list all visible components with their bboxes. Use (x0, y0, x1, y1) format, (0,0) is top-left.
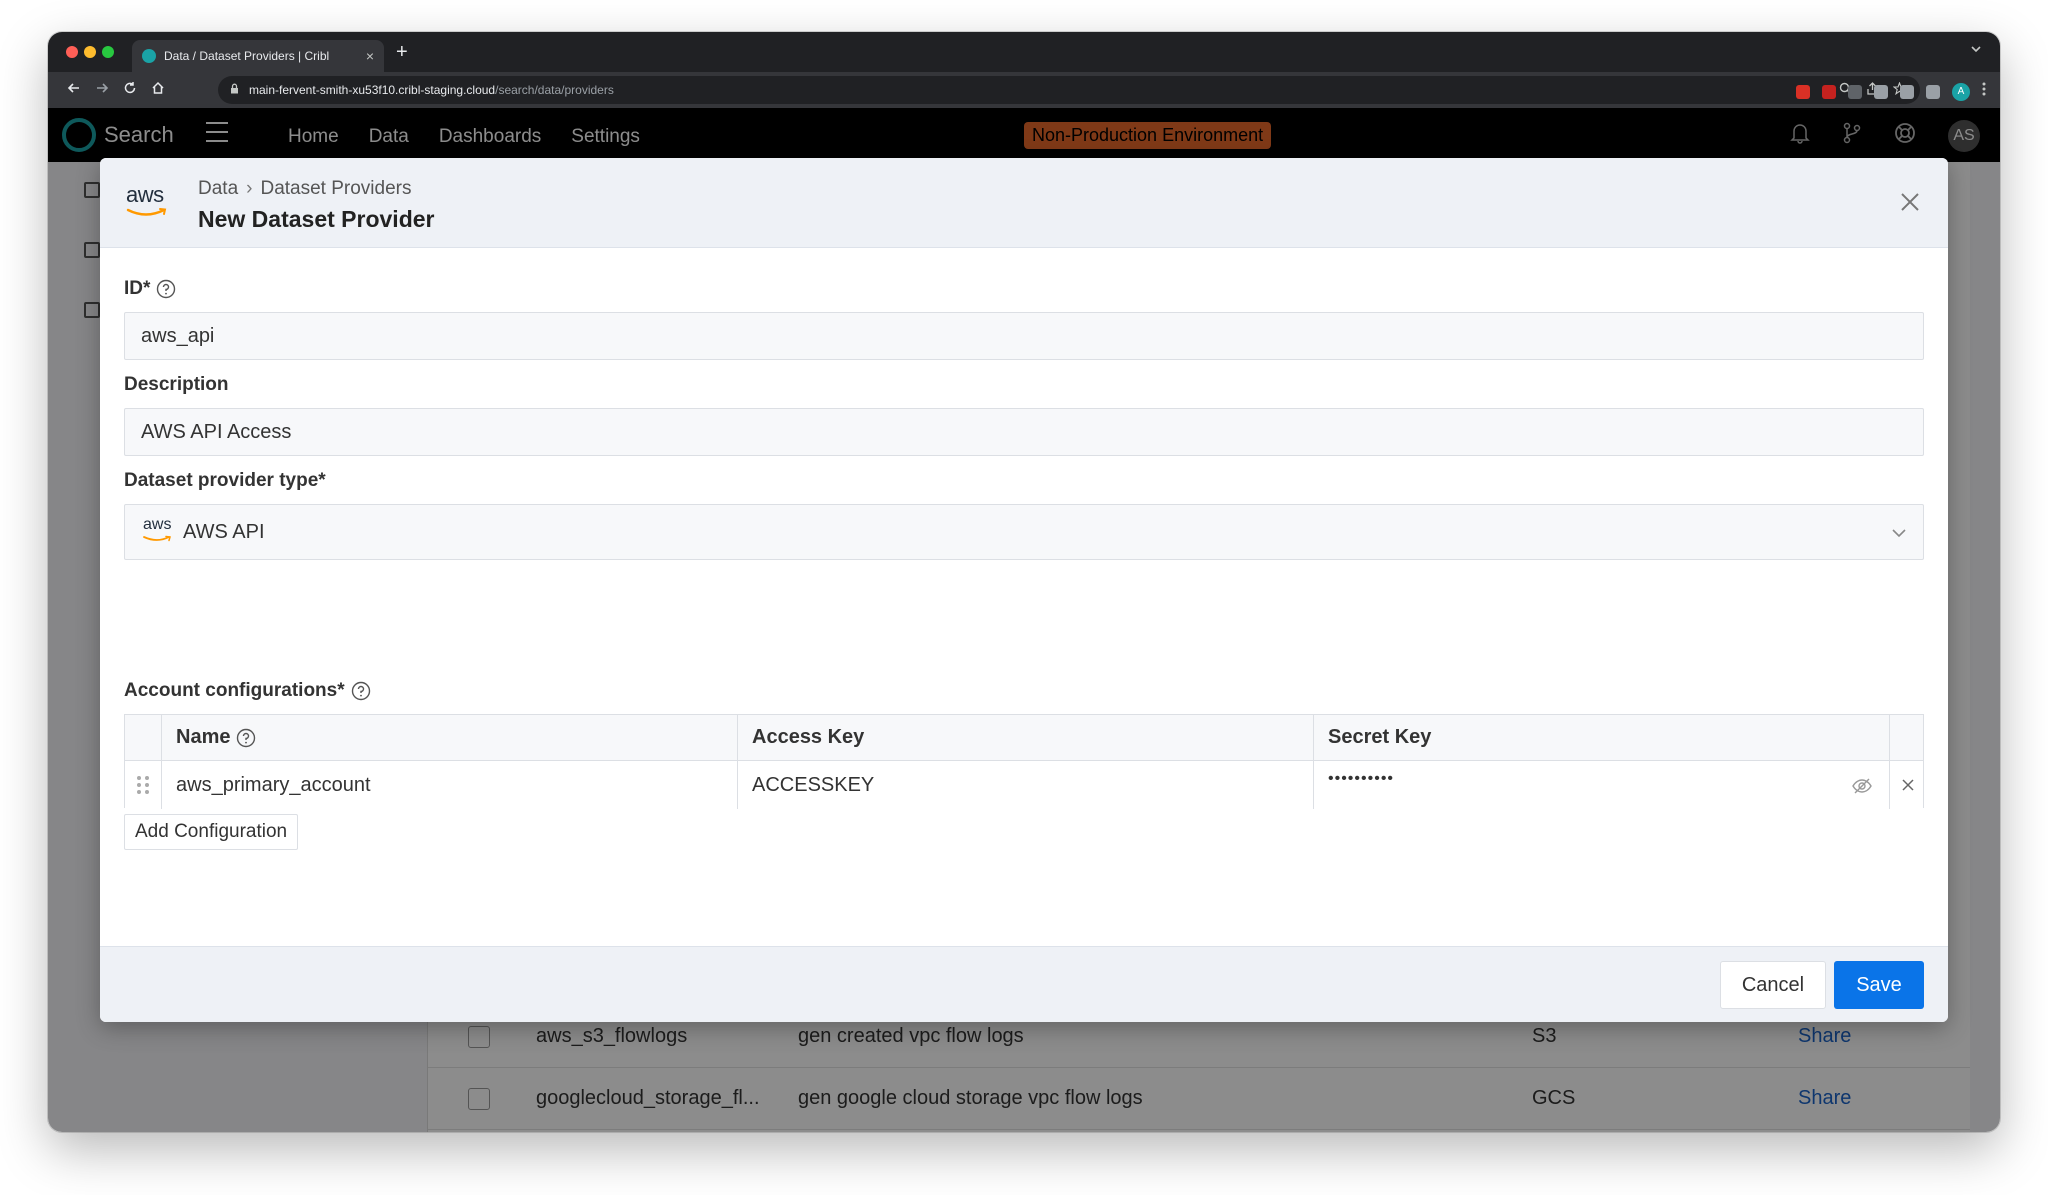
browser-profile-avatar[interactable]: A (1952, 82, 1970, 101)
browser-menu-icon[interactable] (1982, 82, 1986, 101)
aws-smile-icon (143, 535, 171, 542)
modal-body: ID* aws_api Description AWS API Access D… (124, 248, 1924, 902)
extension-icons: A (1796, 82, 1986, 101)
table-header: Name Access Key Secret Key (125, 715, 1923, 761)
access-key-input[interactable]: ACCESSKEY (737, 761, 1313, 809)
browser-tab-active[interactable]: Data / Dataset Providers | Cribl × (132, 40, 384, 72)
cribl-favicon-icon (142, 49, 156, 63)
breadcrumb-separator: › (246, 178, 253, 199)
close-icon (1901, 779, 1914, 791)
browser-tabstrip: Data / Dataset Providers | Cribl × + (48, 32, 2000, 72)
url-host: main-fervent-smith-xu53f10.cribl-staging… (249, 83, 496, 97)
table-row: aws_primary_account ACCESSKEY •••••••••• (125, 761, 1923, 809)
add-configuration-button[interactable]: Add Configuration (124, 814, 299, 850)
account-configurations-table: Name Access Key Secret Key aws_primary_a… (124, 714, 1924, 809)
tab-close-icon[interactable]: × (366, 48, 374, 64)
account-name-input[interactable]: aws_primary_account (161, 761, 737, 809)
id-label: ID* (124, 278, 176, 300)
save-button[interactable]: Save (1834, 961, 1924, 1009)
provider-type-select[interactable]: aws AWS API (124, 504, 1924, 560)
close-icon[interactable] (1896, 188, 1924, 216)
home-icon[interactable] (144, 81, 172, 100)
delete-row-button[interactable] (1889, 761, 1925, 809)
extension-badge-icon[interactable] (1822, 84, 1836, 99)
tab-search-chevron-icon[interactable] (1970, 42, 1982, 58)
new-tab-button[interactable]: + (396, 40, 408, 64)
aws-logo-small: aws (143, 517, 173, 546)
account-configurations-label: Account configurations* (124, 680, 371, 702)
close-window-button[interactable] (66, 46, 78, 58)
provider-type-label: Dataset provider type* (124, 470, 326, 491)
chevron-down-icon[interactable] (1889, 523, 1909, 543)
lock-icon (230, 83, 239, 97)
help-circle-icon[interactable] (156, 279, 176, 299)
maximize-window-button[interactable] (102, 46, 114, 58)
minimize-window-button[interactable] (84, 46, 96, 58)
modal-footer: Cancel Save (100, 946, 1948, 1022)
column-header-name: Name (161, 715, 737, 760)
modal-title: New Dataset Provider (198, 206, 435, 232)
column-header-access-key: Access Key (737, 715, 1313, 760)
back-arrow-icon[interactable] (60, 81, 88, 100)
cancel-button[interactable]: Cancel (1720, 961, 1826, 1009)
help-circle-icon[interactable] (236, 728, 256, 748)
help-circle-icon[interactable] (351, 681, 371, 701)
browser-window: Data / Dataset Providers | Cribl × + mai… (48, 32, 2000, 1132)
address-bar[interactable]: main-fervent-smith-xu53f10.cribl-staging… (218, 76, 1920, 104)
downloads-icon[interactable] (1900, 84, 1914, 99)
drag-handle-icon[interactable] (125, 761, 161, 809)
side-panel-icon[interactable] (1926, 84, 1940, 99)
aws-smile-icon (126, 208, 167, 216)
secret-key-value: •••••••••• (1328, 770, 1395, 787)
extension-red-icon[interactable] (1796, 84, 1810, 99)
column-header-secret-key: Secret Key (1313, 715, 1889, 760)
header-delete-cell (1889, 715, 1925, 760)
modal-header: aws Data › Dataset Providers New Dataset P… (100, 158, 1948, 248)
extensions-puzzle-icon[interactable] (1874, 84, 1888, 99)
header-handle-cell (125, 715, 161, 760)
description-input[interactable]: AWS API Access (124, 408, 1924, 456)
browser-toolbar: main-fervent-smith-xu53f10.cribl-staging… (48, 72, 2000, 108)
id-input[interactable]: aws_api (124, 312, 1924, 360)
breadcrumb-dataset-providers[interactable]: Dataset Providers (260, 178, 411, 199)
provider-type-value: AWS API (183, 520, 265, 543)
breadcrumb: Data › Dataset Providers (198, 178, 411, 200)
secret-key-input[interactable]: •••••••••• (1313, 761, 1889, 809)
url-path: /search/data/providers (495, 83, 614, 97)
eye-off-icon[interactable] (1851, 775, 1873, 797)
new-dataset-provider-modal: aws Data › Dataset Providers New Dataset P… (100, 158, 1948, 1022)
description-label: Description (124, 374, 229, 395)
forward-arrow-icon[interactable] (88, 81, 116, 100)
reload-icon[interactable] (116, 81, 144, 100)
tab-title: Data / Dataset Providers | Cribl (164, 49, 330, 63)
breadcrumb-data[interactable]: Data (198, 178, 238, 199)
aws-logo: aws (126, 184, 172, 224)
extension-list-icon[interactable] (1848, 84, 1862, 99)
